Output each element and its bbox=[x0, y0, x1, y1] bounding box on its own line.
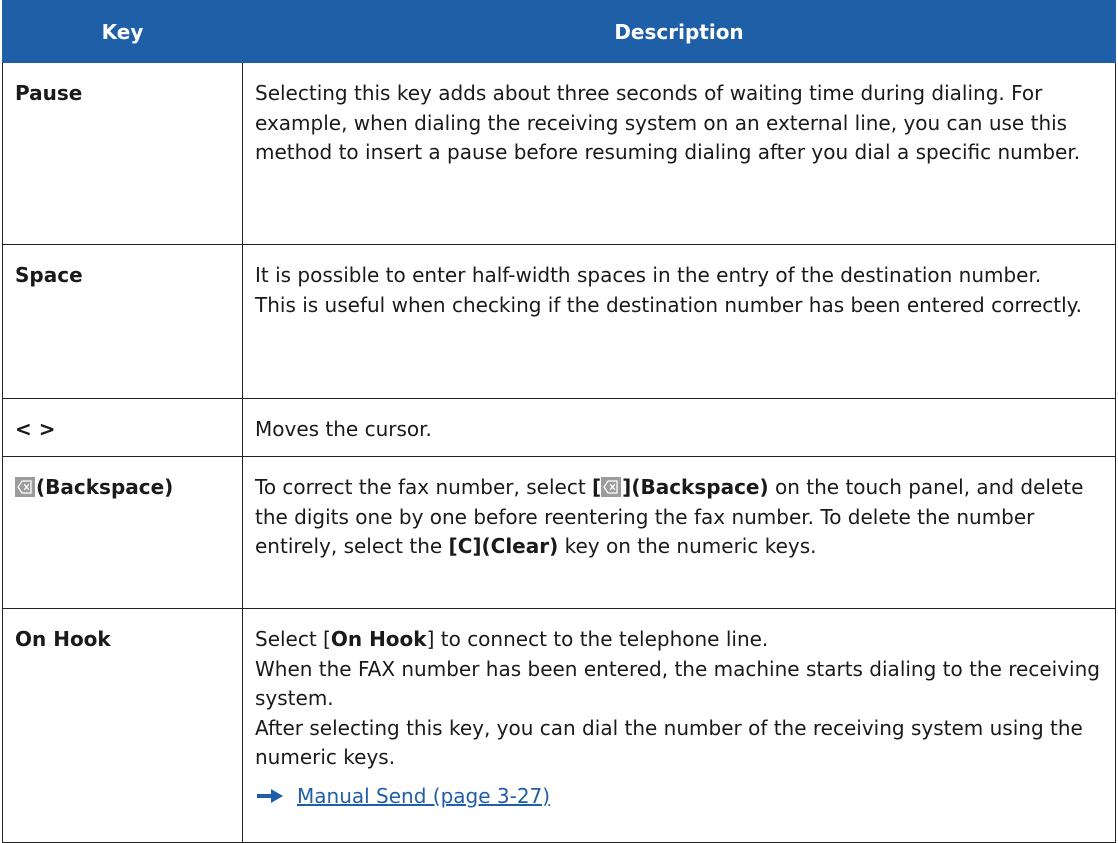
description-line: Select [On Hook] to connect to the telep… bbox=[255, 627, 769, 651]
reference-link-row: Manual Send (page 3-27) bbox=[255, 782, 1103, 812]
key-description-table: Key Description Pause Selecting this key… bbox=[2, 0, 1116, 843]
key-cell: < > bbox=[2, 398, 243, 457]
table-row: On Hook Select [On Hook] to connect to t… bbox=[2, 608, 1116, 843]
table-row: Space It is possible to enter half-width… bbox=[2, 244, 1116, 399]
table-row: < > Moves the cursor. bbox=[2, 398, 1116, 457]
table-row: Pause Selecting this key adds about thre… bbox=[2, 62, 1116, 245]
description-line: It is possible to enter half-width space… bbox=[255, 263, 1042, 287]
backspace-icon bbox=[15, 477, 35, 497]
column-header-description: Description bbox=[242, 0, 1116, 63]
key-label: (Backspace) bbox=[36, 475, 174, 499]
description-cell: To correct the fax number, select [](Bac… bbox=[242, 456, 1116, 609]
arrow-right-icon bbox=[257, 789, 283, 804]
manual-send-link[interactable]: Manual Send (page 3-27) bbox=[297, 782, 550, 812]
table-row: (Backspace) To correct the fax number, s… bbox=[2, 456, 1116, 609]
backspace-icon bbox=[601, 477, 622, 497]
key-cell: On Hook bbox=[2, 608, 243, 843]
key-cell: Pause bbox=[2, 62, 243, 245]
description-cell: It is possible to enter half-width space… bbox=[242, 244, 1116, 399]
key-cell: Space bbox=[2, 244, 243, 399]
key-cell: (Backspace) bbox=[2, 456, 243, 609]
description-cell: Select [On Hook] to connect to the telep… bbox=[242, 608, 1116, 843]
description-line: After selecting this key, you can dial t… bbox=[255, 715, 1083, 770]
description-line: This is useful when checking if the dest… bbox=[255, 292, 1083, 317]
column-header-key: Key bbox=[2, 0, 243, 63]
description-cell: Selecting this key adds about three seco… bbox=[242, 62, 1116, 245]
description-line: When the FAX number has been entered, th… bbox=[255, 656, 1100, 711]
table-header-row: Key Description bbox=[2, 0, 1116, 63]
description-cell: Moves the cursor. bbox=[242, 398, 1116, 457]
